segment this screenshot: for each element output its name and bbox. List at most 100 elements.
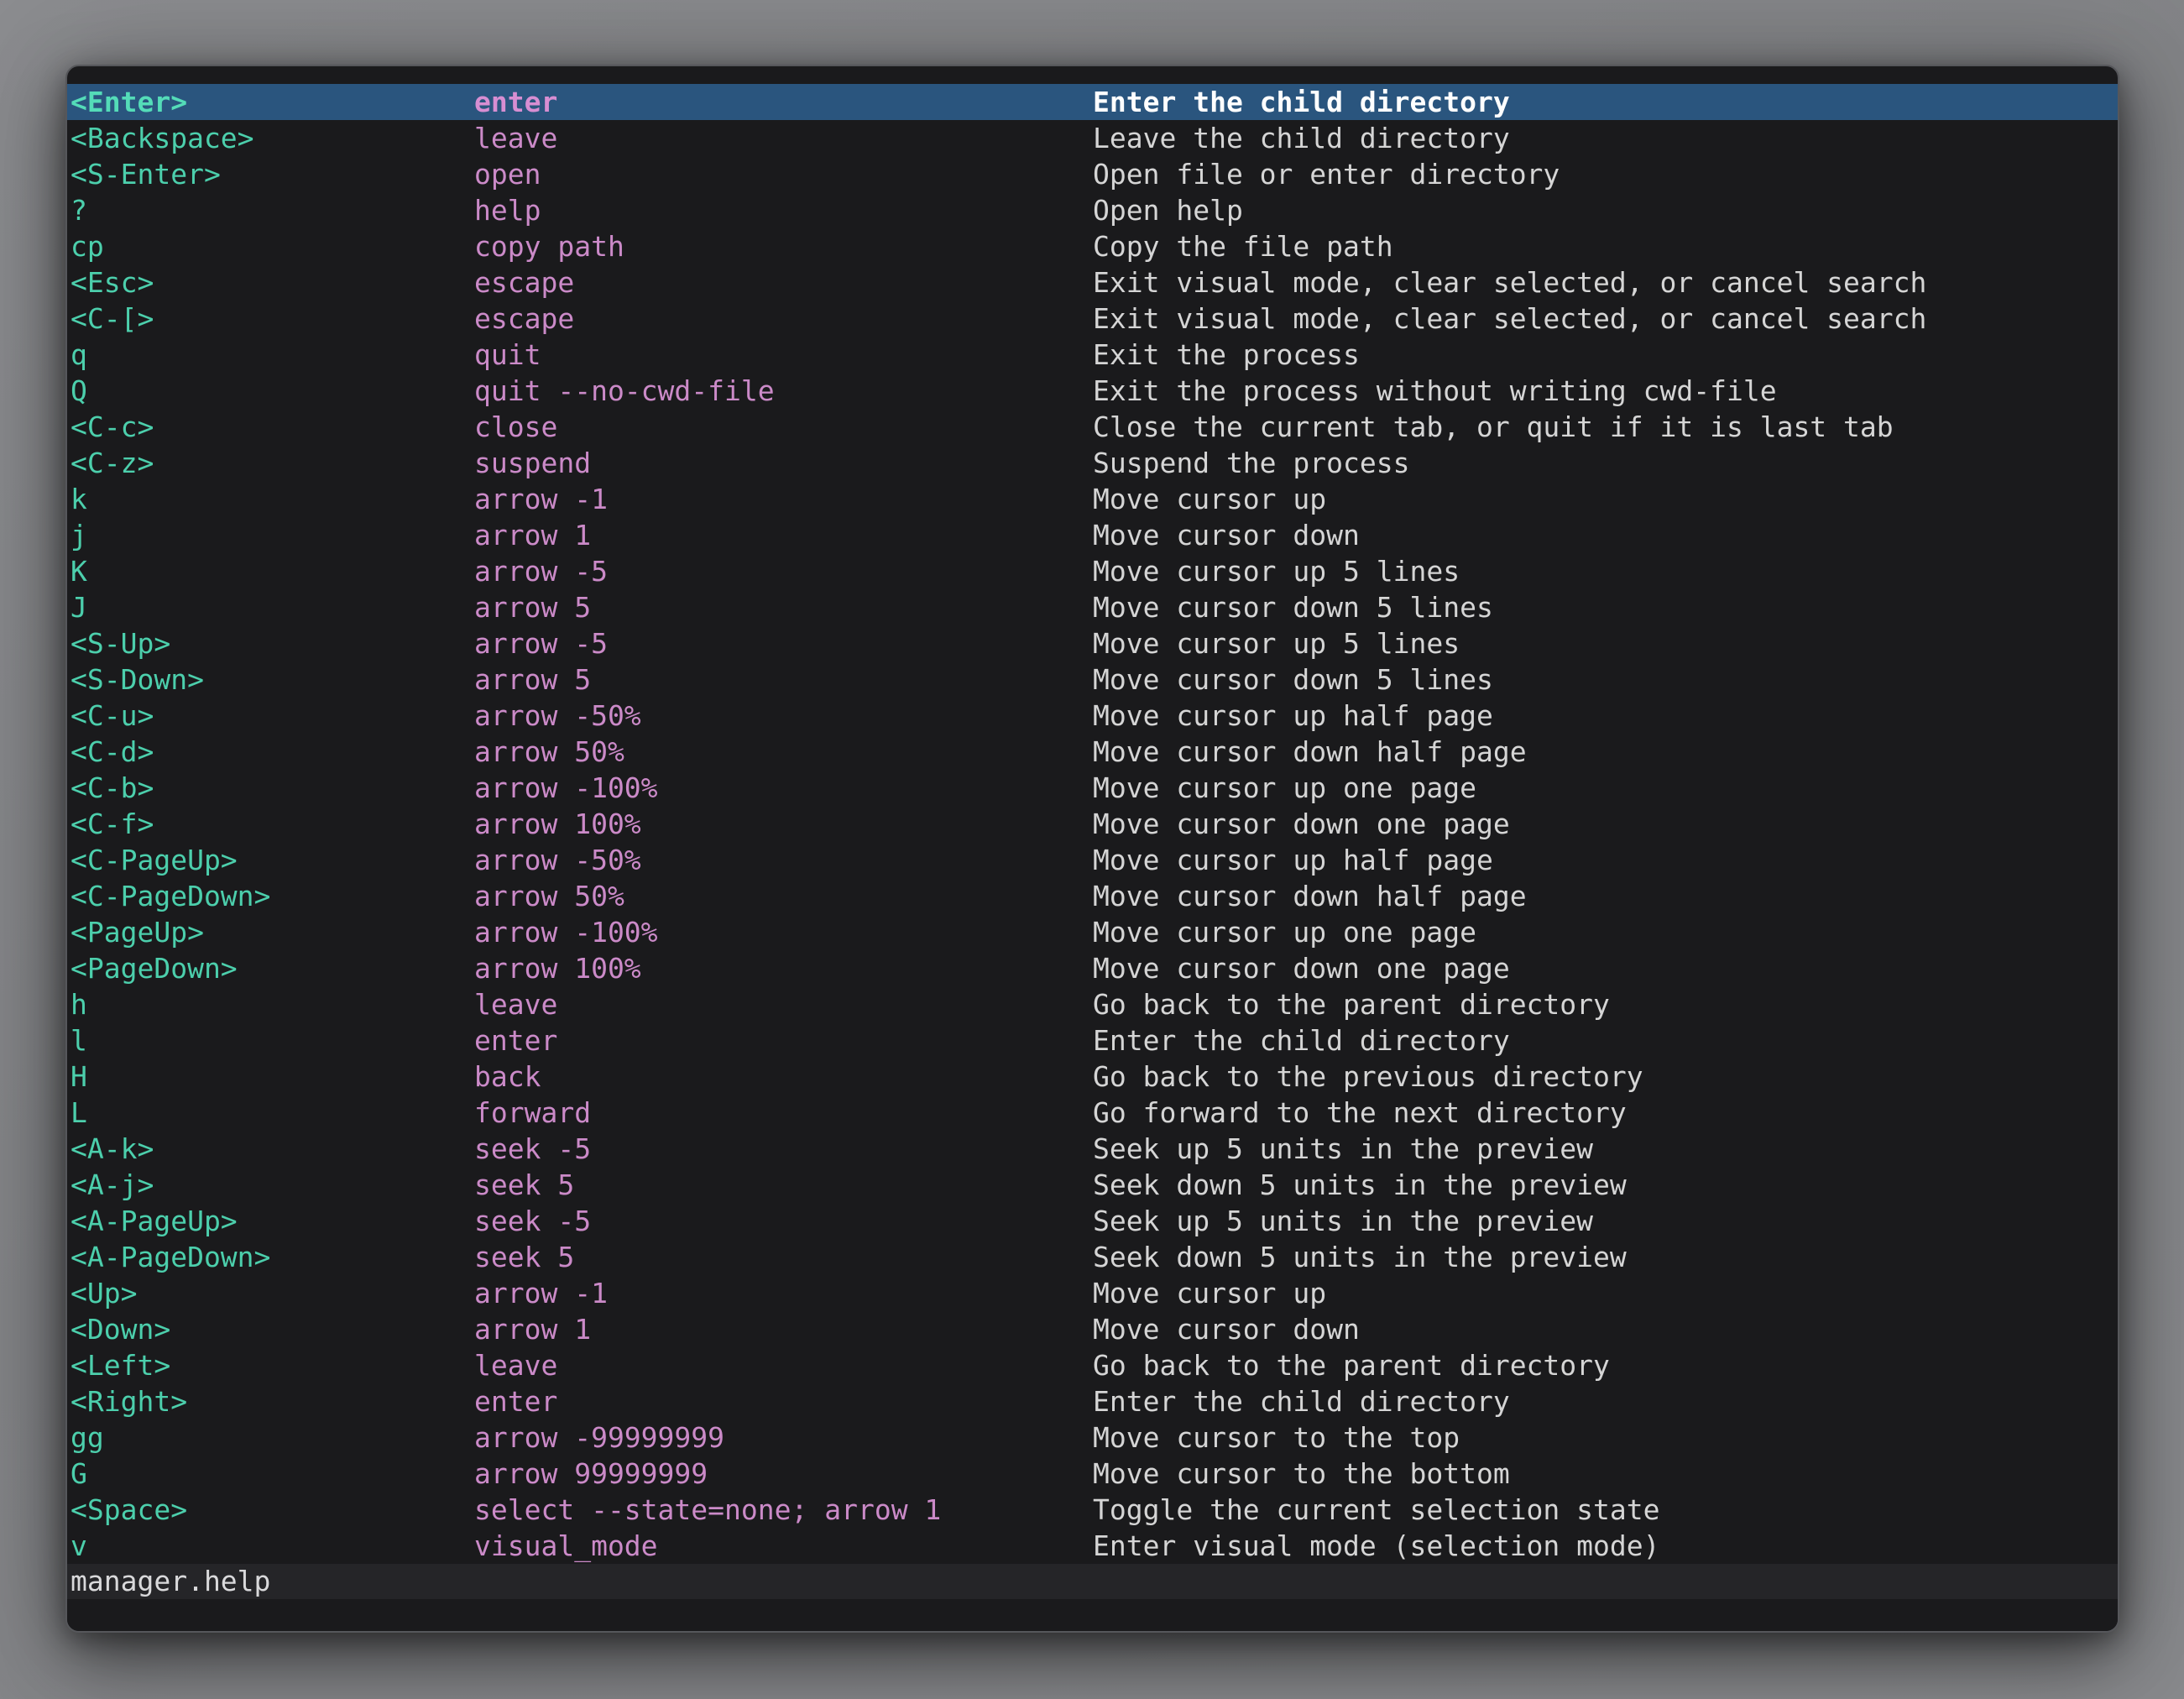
keybind-row[interactable]: J arrow 5 Move cursor down 5 lines: [67, 589, 2118, 625]
keybind-row[interactable]: <S-Enter> open Open file or enter direct…: [67, 156, 2118, 192]
key-cell: <S-Enter>: [71, 156, 474, 192]
keybind-row[interactable]: <S-Up> arrow -5 Move cursor up 5 lines: [67, 625, 2118, 661]
keybind-row[interactable]: <Right> enter Enter the child directory: [67, 1383, 2118, 1419]
key-cell: <C-f>: [71, 806, 474, 842]
keybind-row[interactable]: <Esc> escape Exit visual mode, clear sel…: [67, 264, 2118, 301]
keybind-row[interactable]: k arrow -1 Move cursor up: [67, 481, 2118, 517]
key-cell: H: [71, 1059, 474, 1095]
keybind-row[interactable]: <C-[> escape Exit visual mode, clear sel…: [67, 301, 2118, 337]
description-cell: Exit visual mode, clear selected, or can…: [1093, 301, 2118, 337]
command-cell: arrow -99999999: [474, 1419, 1093, 1456]
description-cell: Go back to the previous directory: [1093, 1059, 2118, 1095]
key-cell: G: [71, 1456, 474, 1492]
keybind-row[interactable]: <S-Down> arrow 5 Move cursor down 5 line…: [67, 661, 2118, 698]
description-cell: Move cursor down 5 lines: [1093, 661, 2118, 698]
key-cell: <Backspace>: [71, 120, 474, 156]
description-cell: Exit the process: [1093, 337, 2118, 373]
description-cell: Move cursor down one page: [1093, 950, 2118, 986]
description-cell: Move cursor up 5 lines: [1093, 553, 2118, 589]
keybind-row[interactable]: ? help Open help: [67, 192, 2118, 228]
keybind-row[interactable]: l enter Enter the child directory: [67, 1022, 2118, 1059]
description-cell: Seek up 5 units in the preview: [1093, 1203, 2118, 1239]
description-cell: Move cursor down: [1093, 1311, 2118, 1347]
command-cell: quit --no-cwd-file: [474, 373, 1093, 409]
command-cell: seek 5: [474, 1167, 1093, 1203]
keybind-row[interactable]: <C-PageDown> arrow 50% Move cursor down …: [67, 878, 2118, 914]
keybind-row[interactable]: <C-u> arrow -50% Move cursor up half pag…: [67, 698, 2118, 734]
keybind-row[interactable]: <A-j> seek 5 Seek down 5 units in the pr…: [67, 1167, 2118, 1203]
keybind-row[interactable]: gg arrow -99999999 Move cursor to the to…: [67, 1419, 2118, 1456]
keybind-row[interactable]: L forward Go forward to the next directo…: [67, 1095, 2118, 1131]
keybind-row[interactable]: <Down> arrow 1 Move cursor down: [67, 1311, 2118, 1347]
description-cell: Move cursor up one page: [1093, 770, 2118, 806]
keybind-row[interactable]: cp copy path Copy the file path: [67, 228, 2118, 264]
keybind-row[interactable]: <PageDown> arrow 100% Move cursor down o…: [67, 950, 2118, 986]
keybind-row[interactable]: <C-d> arrow 50% Move cursor down half pa…: [67, 734, 2118, 770]
keybind-row[interactable]: <A-k> seek -5 Seek up 5 units in the pre…: [67, 1131, 2118, 1167]
key-cell: <A-j>: [71, 1167, 474, 1203]
description-cell: Close the current tab, or quit if it is …: [1093, 409, 2118, 445]
keybind-row[interactable]: <A-PageDown> seek 5 Seek down 5 units in…: [67, 1239, 2118, 1275]
key-cell: <C-u>: [71, 698, 474, 734]
keybind-row[interactable]: j arrow 1 Move cursor down: [67, 517, 2118, 553]
description-cell: Seek down 5 units in the preview: [1093, 1239, 2118, 1275]
key-cell: Q: [71, 373, 474, 409]
keybind-row[interactable]: h leave Go back to the parent directory: [67, 986, 2118, 1022]
keybind-row[interactable]: q quit Exit the process: [67, 337, 2118, 373]
command-cell: open: [474, 156, 1093, 192]
description-cell: Exit the process without writing cwd-fil…: [1093, 373, 2118, 409]
description-cell: Move cursor up one page: [1093, 914, 2118, 950]
command-cell: arrow -50%: [474, 698, 1093, 734]
command-cell: seek 5: [474, 1239, 1093, 1275]
description-cell: Move cursor to the top: [1093, 1419, 2118, 1456]
terminal-window: <Enter> enter Enter the child directory …: [65, 65, 2119, 1633]
description-cell: Move cursor up: [1093, 1275, 2118, 1311]
keybind-row[interactable]: <C-z> suspend Suspend the process: [67, 445, 2118, 481]
description-cell: Move cursor down half page: [1093, 734, 2118, 770]
command-cell: back: [474, 1059, 1093, 1095]
window-filler: [67, 1599, 2118, 1631]
keybind-row[interactable]: G arrow 99999999 Move cursor to the bott…: [67, 1456, 2118, 1492]
command-cell: arrow -1: [474, 1275, 1093, 1311]
key-cell: <A-k>: [71, 1131, 474, 1167]
key-cell: <Space>: [71, 1492, 474, 1528]
keybind-row[interactable]: <Space> select --state=none; arrow 1 Tog…: [67, 1492, 2118, 1528]
description-cell: Move cursor up 5 lines: [1093, 625, 2118, 661]
command-cell: leave: [474, 1347, 1093, 1383]
keybind-row[interactable]: Q quit --no-cwd-file Exit the process wi…: [67, 373, 2118, 409]
keybind-row[interactable]: <A-PageUp> seek -5 Seek up 5 units in th…: [67, 1203, 2118, 1239]
command-cell: arrow 100%: [474, 950, 1093, 986]
desktop-background: <Enter> enter Enter the child directory …: [0, 0, 2184, 1699]
command-cell: seek -5: [474, 1131, 1093, 1167]
keybind-row[interactable]: H back Go back to the previous directory: [67, 1059, 2118, 1095]
keybind-row[interactable]: K arrow -5 Move cursor up 5 lines: [67, 553, 2118, 589]
command-cell: arrow 99999999: [474, 1456, 1093, 1492]
keybind-row[interactable]: <C-PageUp> arrow -50% Move cursor up hal…: [67, 842, 2118, 878]
keybind-row[interactable]: <C-f> arrow 100% Move cursor down one pa…: [67, 806, 2118, 842]
key-cell: J: [71, 589, 474, 625]
keybind-row[interactable]: <Enter> enter Enter the child directory: [67, 84, 2118, 120]
keybind-row[interactable]: <Up> arrow -1 Move cursor up: [67, 1275, 2118, 1311]
description-cell: Enter visual mode (selection mode): [1093, 1528, 2118, 1564]
keybind-row[interactable]: <PageUp> arrow -100% Move cursor up one …: [67, 914, 2118, 950]
keybind-row[interactable]: <Left> leave Go back to the parent direc…: [67, 1347, 2118, 1383]
description-cell: Suspend the process: [1093, 445, 2118, 481]
description-cell: Go back to the parent directory: [1093, 986, 2118, 1022]
key-cell: <PageDown>: [71, 950, 474, 986]
keybind-row[interactable]: v visual_mode Enter visual mode (selecti…: [67, 1528, 2118, 1564]
command-cell: arrow -1: [474, 481, 1093, 517]
description-cell: Seek up 5 units in the preview: [1093, 1131, 2118, 1167]
key-cell: <Esc>: [71, 264, 474, 301]
command-cell: suspend: [474, 445, 1093, 481]
status-bar: manager.help: [67, 1564, 2118, 1599]
command-cell: leave: [474, 986, 1093, 1022]
key-cell: <C-d>: [71, 734, 474, 770]
command-cell: visual_mode: [474, 1528, 1093, 1564]
command-cell: forward: [474, 1095, 1093, 1131]
key-cell: <PageUp>: [71, 914, 474, 950]
command-cell: enter: [474, 84, 1093, 120]
keybind-row[interactable]: <Backspace> leave Leave the child direct…: [67, 120, 2118, 156]
keybind-row[interactable]: <C-c> close Close the current tab, or qu…: [67, 409, 2118, 445]
keybind-row[interactable]: <C-b> arrow -100% Move cursor up one pag…: [67, 770, 2118, 806]
command-cell: arrow 50%: [474, 734, 1093, 770]
